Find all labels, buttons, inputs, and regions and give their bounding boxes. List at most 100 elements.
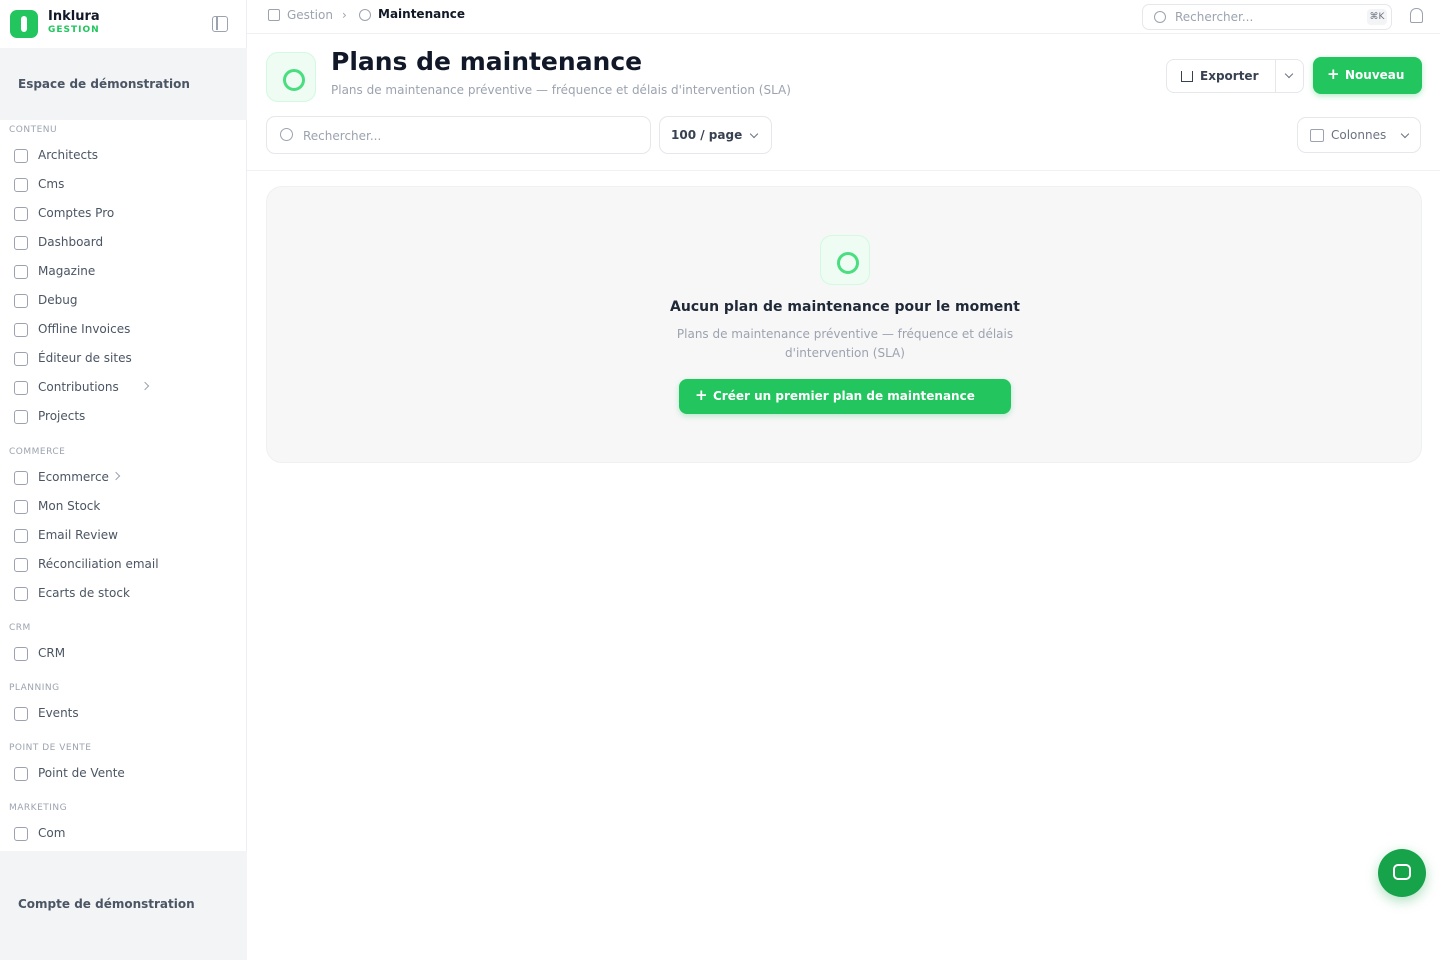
sidebar-item[interactable]: Réconciliation email	[0, 552, 247, 578]
nav-section-title: COMMERCE	[9, 447, 66, 457]
sidebar-item[interactable]: Architects	[0, 143, 247, 169]
sidebar-item-label: Mon Stock	[38, 499, 101, 513]
plus-icon: +	[1327, 65, 1340, 83]
newspaper-icon	[14, 265, 28, 279]
search-icon	[280, 128, 293, 141]
global-search[interactable]: ⌘K	[1142, 4, 1392, 30]
newspaper-icon	[14, 294, 28, 308]
breadcrumb-current: Maintenance	[378, 7, 466, 21]
sidebar-item-label: Projects	[38, 409, 86, 423]
cart-icon	[14, 558, 28, 572]
gear-icon	[359, 9, 371, 21]
new-button[interactable]: + Nouveau	[1313, 57, 1422, 94]
sidebar-item[interactable]: Ecommerce	[0, 465, 247, 491]
sidebar-item-label: Comptes Pro	[38, 206, 115, 220]
sidebar-item-label: Email Review	[38, 528, 118, 542]
users-icon	[14, 647, 28, 661]
sidebar-item[interactable]: Com	[0, 821, 247, 847]
cart-icon	[14, 587, 28, 601]
export-button[interactable]: Exporter	[1166, 59, 1276, 93]
sidebar-item-label: Ecarts de stock	[38, 586, 130, 600]
search-icon	[1154, 11, 1166, 23]
empty-state-title: Aucun plan de maintenance pour le moment	[670, 299, 1020, 315]
cart-icon	[14, 529, 28, 543]
chat-button[interactable]	[1378, 849, 1426, 897]
brand[interactable]: Inklura GESTION	[0, 0, 247, 48]
list-search-input[interactable]	[303, 128, 603, 144]
account-name: Compte de démonstration	[18, 897, 195, 911]
new-label: Nouveau	[1345, 68, 1405, 82]
nav-section-title: CRM	[9, 623, 31, 633]
sidebar-collapse-icon[interactable]	[212, 16, 228, 32]
sidebar-item-label: Offline Invoices	[38, 322, 131, 336]
sidebar-item[interactable]: Email Review	[0, 523, 247, 549]
sidebar-item[interactable]: Contributions	[0, 375, 247, 401]
sidebar-item-label: Éditeur de sites	[38, 351, 132, 365]
sidebar-item[interactable]: Offline Invoices	[0, 317, 247, 343]
create-first-plan-button[interactable]: + Créer un premier plan de maintenance	[679, 379, 1011, 414]
breadcrumb-separator: ›	[342, 8, 347, 22]
chevron-right-icon	[140, 381, 149, 391]
empty-state: Aucun plan de maintenance pour le moment…	[266, 186, 1422, 463]
per-page-select[interactable]: 100 / page	[659, 116, 772, 154]
nav-section-title: POINT DE VENTE	[9, 743, 92, 753]
megaphone-icon	[14, 827, 28, 841]
export-options-button[interactable]	[1276, 59, 1304, 93]
workspace-switcher[interactable]: Espace de démonstration	[0, 48, 247, 120]
sidebar-item[interactable]: Éditeur de sites	[0, 346, 247, 372]
sidebar-item-label: Réconciliation email	[38, 557, 159, 571]
folder-icon	[14, 410, 28, 424]
sidebar-item[interactable]: Cms	[0, 172, 247, 198]
sidebar: Inklura GESTION Espace de démonstration …	[0, 0, 247, 960]
columns-button[interactable]: Colonnes	[1297, 117, 1421, 153]
breadcrumb-root[interactable]: Gestion	[287, 8, 333, 22]
nav-section-title: MARKETING	[9, 803, 68, 813]
sidebar-item[interactable]: Mon Stock	[0, 494, 247, 520]
home-icon	[268, 9, 280, 21]
account-switcher[interactable]: Compte de démonstration	[0, 851, 247, 960]
sidebar-item-label: Architects	[38, 148, 99, 162]
sidebar-item-label: Point de Vente	[38, 766, 125, 780]
nav-section-title: CONTENU	[9, 125, 58, 135]
chevron-down-icon	[1400, 129, 1410, 139]
sidebar-item[interactable]: Point de Vente	[0, 761, 247, 787]
document-icon	[14, 178, 28, 192]
grid-icon	[14, 236, 28, 250]
divider	[247, 170, 1440, 171]
sidebar-item[interactable]: Ecarts de stock	[0, 581, 247, 607]
sidebar-item[interactable]: Debug	[0, 288, 247, 314]
create-first-plan-label: Créer un premier plan de maintenance	[713, 389, 975, 403]
workspace-name: Espace de démonstration	[18, 77, 190, 91]
sidebar-item-label: Magazine	[38, 264, 96, 278]
newspaper-icon	[14, 323, 28, 337]
list-search[interactable]	[266, 116, 651, 154]
bell-icon[interactable]	[1410, 8, 1423, 23]
columns-label: Colonnes	[1331, 128, 1387, 142]
terminal-icon	[14, 352, 28, 366]
brand-subtitle: GESTION	[48, 25, 100, 35]
sidebar-item[interactable]: Comptes Pro	[0, 201, 247, 227]
sidebar-item-label: CRM	[38, 646, 66, 660]
page-subtitle: Plans de maintenance préventive — fréque…	[331, 83, 791, 97]
sidebar-item-label: Cms	[38, 177, 65, 191]
sidebar-item[interactable]: Events	[0, 701, 247, 727]
calendar-icon	[14, 707, 28, 721]
sidebar-item-label: Debug	[38, 293, 78, 307]
chat-icon	[1393, 864, 1411, 880]
page-title: Plans de maintenance	[331, 47, 643, 76]
building-icon	[14, 149, 28, 163]
chat-icon	[14, 381, 28, 395]
plus-icon: +	[695, 386, 708, 404]
sidebar-item-label: Dashboard	[38, 235, 104, 249]
sidebar-item[interactable]: CRM	[0, 641, 247, 667]
chevron-down-icon	[1284, 69, 1294, 79]
per-page-value: 100 / page	[671, 128, 743, 142]
brand-logo-icon	[10, 10, 38, 38]
maintenance-gear-icon	[266, 52, 316, 102]
global-search-input[interactable]	[1175, 9, 1355, 25]
sidebar-item[interactable]: Dashboard	[0, 230, 247, 256]
export-label: Exporter	[1200, 69, 1259, 83]
sidebar-item[interactable]: Projects	[0, 404, 247, 430]
cart-icon	[14, 471, 28, 485]
sidebar-item[interactable]: Magazine	[0, 259, 247, 285]
